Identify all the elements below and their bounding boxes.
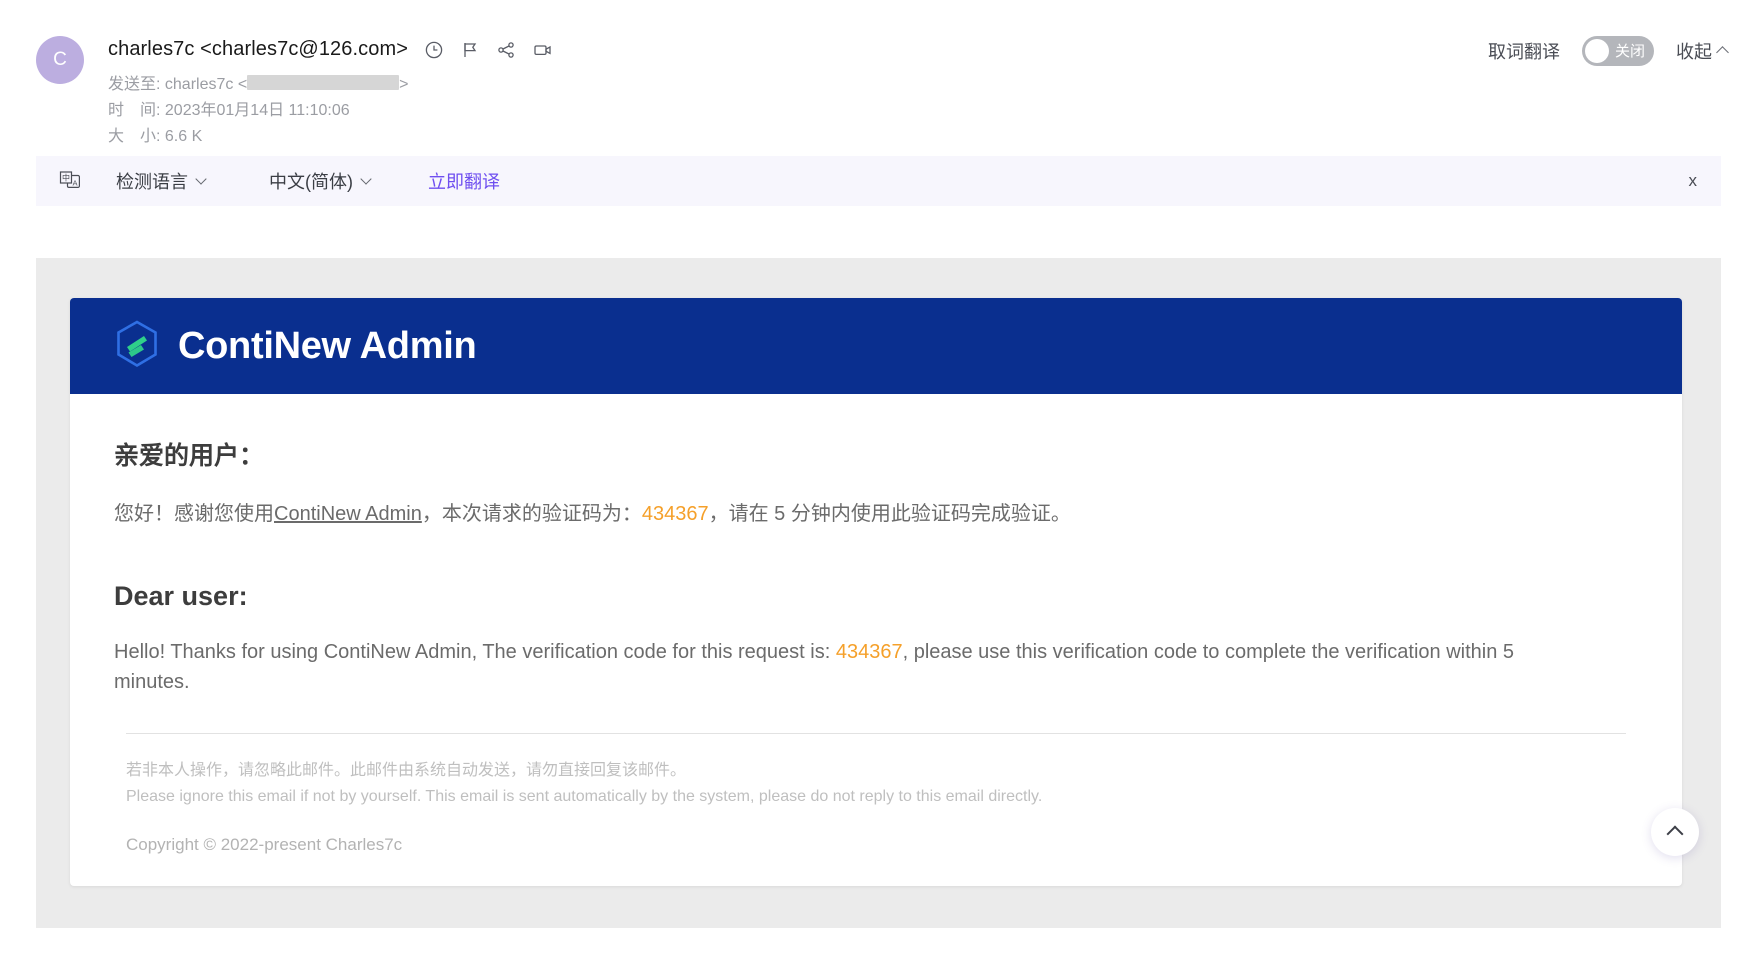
avatar-initial: C <box>53 49 67 70</box>
collapse-label: 收起 <box>1676 42 1712 62</box>
chevron-down-icon <box>360 173 372 185</box>
share-icon[interactable] <box>496 40 516 60</box>
chevron-up-icon <box>1666 825 1684 843</box>
hexagon-logo-icon <box>114 319 160 374</box>
svg-text:中: 中 <box>62 173 70 183</box>
copyright: Copyright © 2022-present Charles7c <box>126 835 403 855</box>
email-banner: ContiNew Admin <box>70 298 1682 394</box>
paragraph-en: Hello! Thanks for using ContiNew Admin, … <box>114 638 1534 697</box>
toggle-state-label: 关闭 <box>1614 43 1645 60</box>
close-translate-bar-button[interactable]: x <box>1689 171 1698 191</box>
target-language-label: 中文(简体) <box>269 172 353 192</box>
greeting-cn: 亲爱的用户： <box>114 442 265 470</box>
verification-code-en: 434367 <box>835 641 903 663</box>
fine-print-en: Please ignore this email if not by yours… <box>126 787 1043 805</box>
mail-header: C charles7c <charles7c@126.com> 发送至: cha… <box>0 0 1755 156</box>
translate-bar: 中 A 检测语言 中文(简体) 立即翻译 x <box>36 156 1721 206</box>
paragraph-cn-mid: ，本次请求的验证码为： <box>421 503 642 525</box>
email-body: 亲爱的用户： 您好！感谢您使用ContiNew Admin，本次请求的验证码为：… <box>70 394 1682 855</box>
paragraph-cn-brand: ContiNew Admin <box>274 503 422 525</box>
source-language-select[interactable]: 检测语言 <box>116 168 207 194</box>
recipient-line: 发送至: charles7c < > <box>108 70 409 94</box>
clock-icon[interactable] <box>424 40 444 60</box>
collapse-button[interactable]: 收起 <box>1676 38 1729 64</box>
redacted-address <box>247 75 400 90</box>
chevron-down-icon <box>195 173 207 185</box>
video-icon[interactable] <box>532 40 554 60</box>
paragraph-cn-pre: 您好！感谢您使用 <box>114 503 274 525</box>
size-line: 大 小: 6.6 K <box>108 122 202 146</box>
recipient-value: charles7c < <box>164 76 248 93</box>
word-translate-toggle[interactable]: 关闭 <box>1582 36 1654 66</box>
email-content-stage: ContiNew Admin 亲爱的用户： 您好！感谢您使用ContiNew A… <box>36 258 1721 928</box>
time-line: 时 间: 2023年01月14日 11:10:06 <box>108 96 350 120</box>
size-label: 大 小: <box>108 128 161 145</box>
translate-icon: 中 A <box>58 169 82 193</box>
scroll-to-top-button[interactable] <box>1651 808 1699 856</box>
sender-address: charles7c <charles7c@126.com> <box>108 38 409 60</box>
recipient-value-end: > <box>399 76 409 93</box>
toggle-knob <box>1585 39 1609 63</box>
time-value: 2023年01月14日 11:10:06 <box>164 102 350 119</box>
target-language-select[interactable]: 中文(简体) <box>269 168 372 194</box>
flag-icon[interactable] <box>460 40 480 60</box>
chevron-up-icon <box>1716 46 1729 59</box>
email-card: ContiNew Admin 亲爱的用户： 您好！感谢您使用ContiNew A… <box>70 298 1682 886</box>
word-translate-label: 取词翻译 <box>1488 42 1560 62</box>
header-controls: 取词翻译 关闭 收起 <box>1488 36 1729 66</box>
translate-now-button[interactable]: 立即翻译 <box>428 168 500 194</box>
fine-print-cn: 若非本人操作，请忽略此邮件。此邮件由系统自动发送，请勿直接回复该邮件。 <box>126 762 687 780</box>
recipient-label: 发送至: <box>108 76 161 93</box>
source-language-label: 检测语言 <box>116 172 188 192</box>
paragraph-cn-post: ，请在 5 分钟内使用此验证码完成验证。 <box>708 503 1071 525</box>
time-label: 时 间: <box>108 102 161 119</box>
avatar: C <box>36 36 84 84</box>
size-value: 6.6 K <box>164 128 203 145</box>
brand-title: ContiNew Admin <box>178 324 477 367</box>
verification-code-cn: 434367 <box>641 503 709 525</box>
paragraph-cn: 您好！感谢您使用ContiNew Admin，本次请求的验证码为：434367，… <box>114 500 1638 529</box>
sender-line: charles7c <charles7c@126.com> <box>108 38 554 61</box>
greeting-en: Dear user: <box>114 581 248 611</box>
paragraph-en-pre: Hello! Thanks for using ContiNew Admin, … <box>114 641 836 663</box>
fine-print: 若非本人操作，请忽略此邮件。此邮件由系统自动发送，请勿直接回复该邮件。 Plea… <box>126 758 1638 809</box>
svg-text:A: A <box>72 178 77 187</box>
divider <box>126 733 1626 735</box>
